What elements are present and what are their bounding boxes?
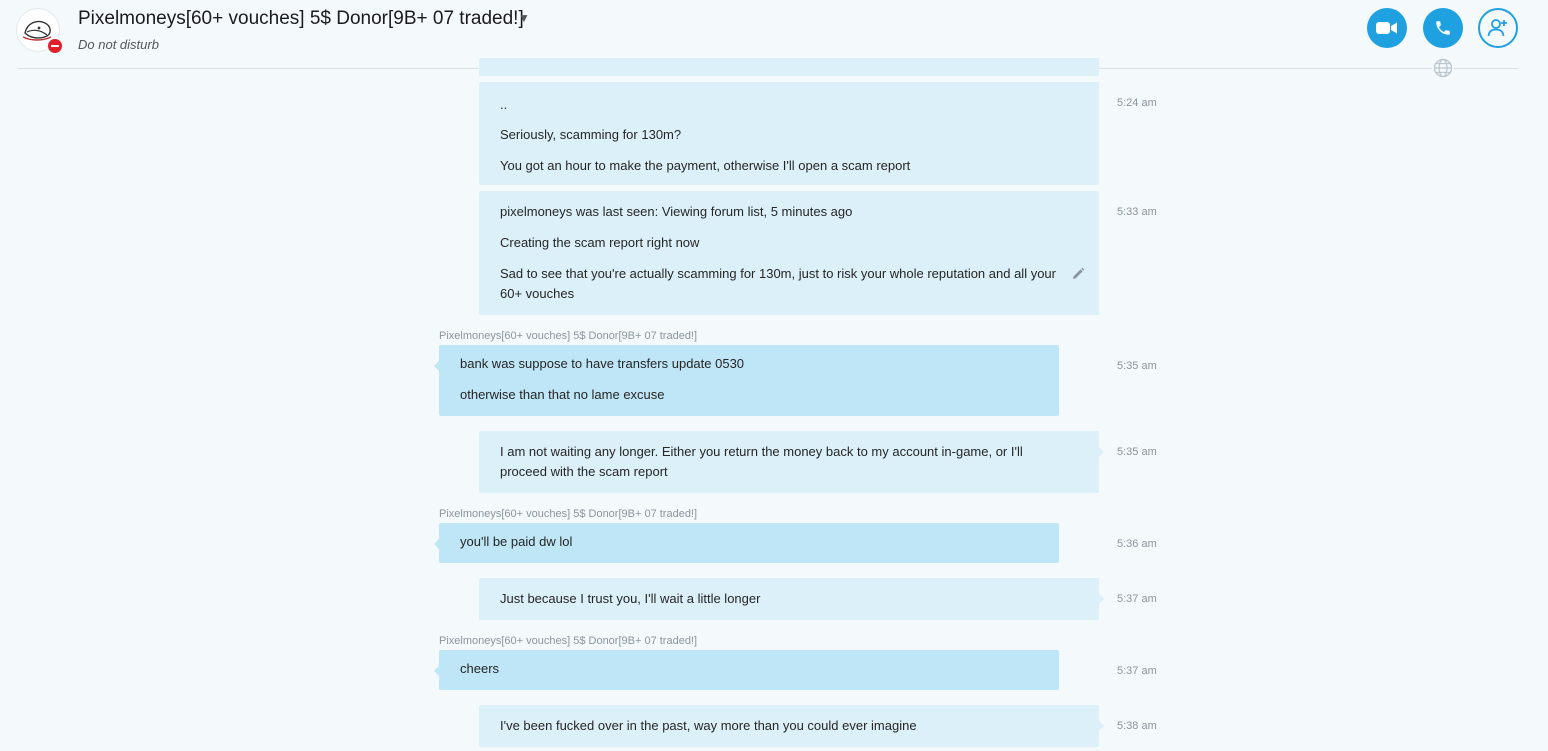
phone-icon (1436, 21, 1450, 35)
chat-window: Pixelmoneys[60+ vouches] 5$ Donor[9B+ 07… (0, 0, 1548, 751)
bubble-tail (1099, 594, 1104, 604)
contact-name[interactable]: Pixelmoneys[60+ vouches] 5$ Donor[9B+ 07… (78, 8, 524, 30)
video-call-icon (1376, 22, 1397, 34)
chevron-down-icon[interactable]: ▼ (518, 11, 530, 25)
message-text: cheers (460, 661, 500, 676)
message-time: 5:35 am (1117, 360, 1157, 372)
message-text: Seriously, scamming for 130m? (500, 127, 682, 142)
message-bubble-partial[interactable] (479, 58, 1099, 76)
sender-name: Pixelmoneys[60+ vouches] 5$ Donor[9B+ 07… (439, 635, 698, 647)
bubble-tail (1099, 721, 1104, 731)
message-bubble-them[interactable]: you'll be paid dw lol (434, 523, 1059, 563)
message-time: 5:36 am (1117, 538, 1157, 550)
message-text: pixelmoneys was last seen: Viewing forum… (500, 204, 853, 219)
sender-name: Pixelmoneys[60+ vouches] 5$ Donor[9B+ 07… (439, 330, 698, 342)
message-text: Creating the scam report right now (500, 235, 700, 250)
message-text: I've been fucked over in the past, way m… (500, 718, 917, 733)
message-text: You got an hour to make the payment, oth… (500, 158, 911, 173)
message-bubble-them[interactable]: cheers (434, 650, 1059, 690)
video-call-button[interactable] (1367, 8, 1407, 48)
message-time: 5:33 am (1117, 206, 1157, 218)
contact-status: Do not disturb (78, 37, 159, 52)
message-text: Sad to see that you're actually scamming… (500, 266, 1056, 301)
message-bubble-me[interactable]: Just because I trust you, I'll wait a li… (479, 578, 1104, 620)
message-time: 5:37 am (1117, 593, 1157, 605)
bubble-tail (1099, 447, 1104, 457)
message-time: 5:38 am (1117, 720, 1157, 732)
add-person-icon (1487, 19, 1507, 37)
globe-icon[interactable] (1432, 57, 1454, 79)
message-text: you'll be paid dw lol (460, 534, 573, 549)
message-time: 5:24 am (1117, 97, 1157, 109)
message-bubble-me[interactable]: I've been fucked over in the past, way m… (479, 705, 1104, 747)
message-bubble-me[interactable]: pixelmoneys was last seen: Viewing forum… (479, 191, 1099, 315)
message-text: otherwise than that no lame excuse (460, 387, 665, 402)
sender-name: Pixelmoneys[60+ vouches] 5$ Donor[9B+ 07… (439, 508, 698, 520)
message-time: 5:35 am (1117, 446, 1157, 458)
message-text: bank was suppose to have transfers updat… (460, 356, 745, 371)
add-people-button[interactable] (1478, 8, 1518, 48)
message-bubble-me[interactable]: .. Seriously, scamming for 130m? You got… (479, 82, 1099, 185)
do-not-disturb-icon (46, 37, 64, 55)
audio-call-button[interactable] (1423, 8, 1463, 48)
message-text: .. (500, 97, 508, 112)
message-time: 5:37 am (1117, 665, 1157, 677)
message-text: Just because I trust you, I'll wait a li… (500, 591, 761, 606)
message-bubble-them[interactable]: bank was suppose to have transfers updat… (434, 345, 1059, 416)
message-text: I am not waiting any longer. Either you … (500, 444, 1023, 479)
pencil-icon[interactable] (1071, 267, 1085, 287)
message-bubble-me[interactable]: I am not waiting any longer. Either you … (479, 431, 1104, 493)
